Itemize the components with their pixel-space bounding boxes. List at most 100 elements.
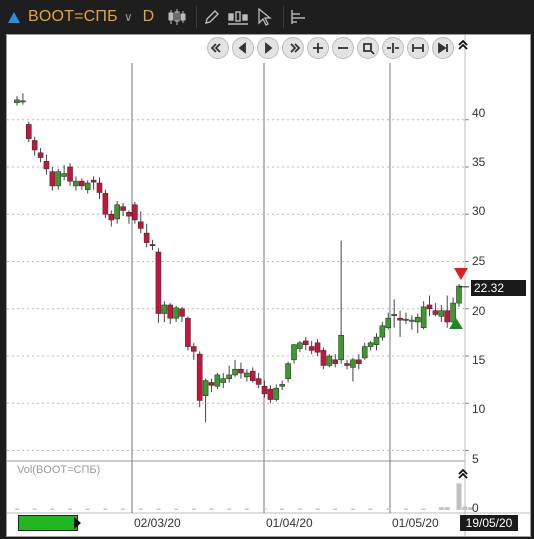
candle-body <box>208 382 215 386</box>
volume-bar-tick <box>457 508 461 510</box>
volume-label: Vol(BOOT=СПБ) <box>17 464 101 476</box>
x-tick-label: 02/03/20 <box>134 516 181 530</box>
x-tick-label: 01/05/20 <box>392 516 439 530</box>
y-tick-label: 15 <box>472 353 486 367</box>
candle-body <box>61 173 67 177</box>
candle-body <box>31 140 38 151</box>
volume-tick-label: 0 <box>472 501 479 515</box>
candle-body <box>179 308 185 317</box>
volume-bar-tick <box>209 508 214 510</box>
volume-bar-tick <box>280 508 285 510</box>
candle-body <box>326 355 333 366</box>
y-tick-label: 25 <box>472 254 486 268</box>
candle-body <box>267 388 274 400</box>
volume-bar-tick <box>15 508 19 510</box>
toolbar-divider <box>196 6 198 28</box>
candle-body <box>220 378 227 383</box>
collapse-panel-icon[interactable] <box>456 38 470 52</box>
candle-body <box>37 152 44 158</box>
candle-body <box>450 302 456 323</box>
candle-body <box>90 179 97 183</box>
volume-bar-tick <box>85 508 90 510</box>
x-tick-label: 01/04/20 <box>266 516 313 530</box>
volume-bar <box>462 506 468 510</box>
cursor-icon[interactable] <box>253 6 275 28</box>
zoom-out-icon[interactable] <box>332 37 354 59</box>
chevron-down-icon[interactable]: ∨ <box>124 10 133 24</box>
scroll-start-icon[interactable] <box>207 37 229 59</box>
last-bar-icon[interactable] <box>432 37 454 59</box>
volume-bar-tick <box>156 508 161 510</box>
chart-panel[interactable]: Vol(BOOT=СПБ) 22.32 19/05/20 40 35 30 25… <box>6 34 531 537</box>
candle-body <box>202 380 209 397</box>
symbol-triangle-icon[interactable] <box>8 11 20 23</box>
candle-body <box>114 204 120 220</box>
volume-bar-tick <box>227 508 232 510</box>
candle-body <box>232 368 238 376</box>
scroll-forward-icon[interactable] <box>257 37 279 59</box>
candle-body <box>314 342 321 353</box>
candle-body <box>361 346 368 359</box>
volume-bar-tick <box>350 508 355 510</box>
candle-body <box>238 368 244 374</box>
bar-type-icon[interactable] <box>227 6 249 28</box>
candle-body <box>385 317 392 328</box>
y-tick-label: 20 <box>472 304 486 318</box>
toolbar-divider-2 <box>283 6 285 28</box>
candle-body <box>191 346 197 352</box>
volume-bar-tick <box>174 508 179 510</box>
volume-bar-tick <box>138 508 143 510</box>
candle-body <box>414 316 421 323</box>
candle-body <box>185 317 191 347</box>
volume-bar-tick <box>50 508 55 510</box>
pencil-icon[interactable] <box>201 6 223 28</box>
candle-body <box>214 374 221 387</box>
candle-body <box>55 171 62 187</box>
candle-body <box>73 180 79 187</box>
volume-bar-tick <box>421 508 426 510</box>
candle-body <box>261 385 268 395</box>
last-price-tag: 22.32 <box>471 280 526 296</box>
candle-body <box>25 124 32 139</box>
zoom-fit-icon[interactable] <box>357 37 379 59</box>
candlestick-icon[interactable] <box>166 6 188 28</box>
indicator-icon[interactable] <box>288 6 310 28</box>
y-tick-label: 35 <box>472 155 486 169</box>
scroll-end-icon[interactable] <box>282 37 304 59</box>
scroll-back-icon[interactable] <box>232 37 254 59</box>
shrink-icon[interactable] <box>382 37 404 59</box>
interval-label[interactable]: D <box>143 8 155 26</box>
candle-body <box>420 306 427 328</box>
collapse-volume-icon[interactable] <box>456 467 470 481</box>
candle-body <box>456 285 462 304</box>
volume-bar-tick <box>262 508 267 510</box>
candle-body <box>285 363 291 380</box>
zoom-in-icon[interactable] <box>307 37 329 59</box>
candle-body <box>244 372 250 378</box>
candle-body <box>409 319 415 322</box>
y-tick-label: 5 <box>472 452 479 466</box>
candle-body <box>320 350 327 366</box>
expand-icon[interactable] <box>407 37 429 59</box>
candle-body <box>161 304 168 314</box>
candle-body <box>226 374 232 380</box>
cursor-date-tag: 19/05/20 <box>460 515 518 531</box>
price-chart[interactable] <box>7 35 530 536</box>
y-tick-label: 10 <box>472 402 486 416</box>
candle-body <box>67 166 73 182</box>
chart-navigation-bar <box>207 37 457 59</box>
loading-progress-bar <box>18 515 78 531</box>
volume-bar-tick <box>68 508 73 510</box>
candle-body <box>379 325 386 338</box>
volume-bar-tick <box>297 508 302 510</box>
symbol-label[interactable]: BOOT=СПБ <box>28 8 118 26</box>
candle-body <box>96 182 103 193</box>
volume-bar-tick <box>386 508 391 510</box>
progress-arrow-icon <box>74 517 81 529</box>
y-tick-label: 30 <box>472 204 486 218</box>
candle-body <box>332 359 339 364</box>
candle-body <box>444 310 451 323</box>
candle-body <box>20 100 26 103</box>
volume-bar-tick <box>244 508 249 510</box>
candle-body <box>273 387 280 400</box>
